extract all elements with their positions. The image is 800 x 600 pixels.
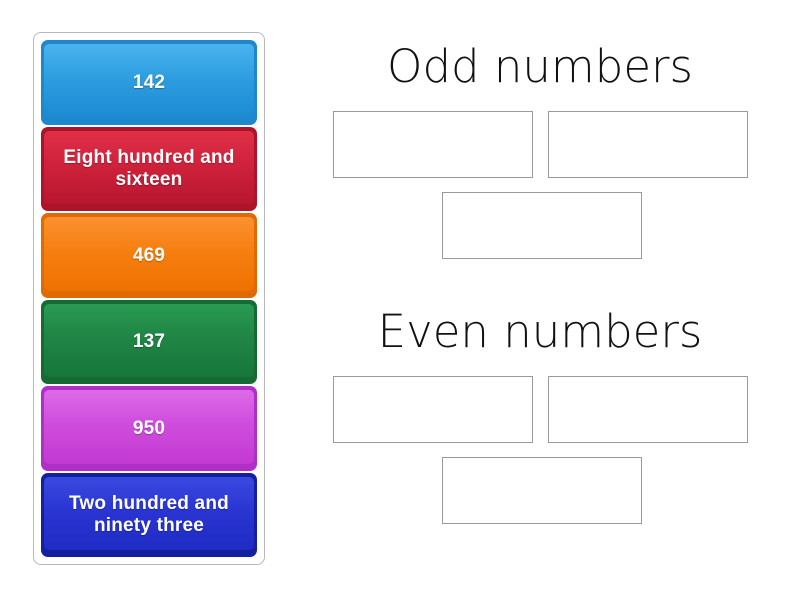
category-even-numbers: Even numbers [300,295,780,560]
dropzone[interactable] [548,111,748,178]
category-title: Odd numbers [387,40,693,93]
dropzone-group [300,376,780,536]
draggable-card[interactable]: Eight hundred and sixteen [41,126,257,211]
card-label: 469 [132,244,166,266]
category-title: Even numbers [377,305,703,358]
card-label: 142 [132,71,166,93]
draggable-card[interactable]: 950 [41,386,257,471]
dropzone[interactable] [333,376,533,443]
card-label: Eight hundred and sixteen [63,147,235,190]
card-label: 137 [132,331,166,353]
draggable-card[interactable]: 137 [41,299,257,384]
dropzone[interactable] [333,111,533,178]
cards-panel: 142 Eight hundred and sixteen 469 137 95… [33,32,265,565]
draggable-card[interactable]: Two hundred and ninety three [41,472,257,557]
draggable-card[interactable]: 469 [41,213,257,298]
draggable-card[interactable]: 142 [41,40,257,125]
dropzone[interactable] [442,457,642,524]
category-odd-numbers: Odd numbers [300,30,780,295]
card-label: 950 [132,417,166,439]
dropzone[interactable] [548,376,748,443]
dropzone[interactable] [442,192,642,259]
dropzone-group [300,111,780,271]
card-label: Two hundred and ninety three [69,493,229,536]
categories-area: Odd numbers Even numbers [300,30,780,570]
